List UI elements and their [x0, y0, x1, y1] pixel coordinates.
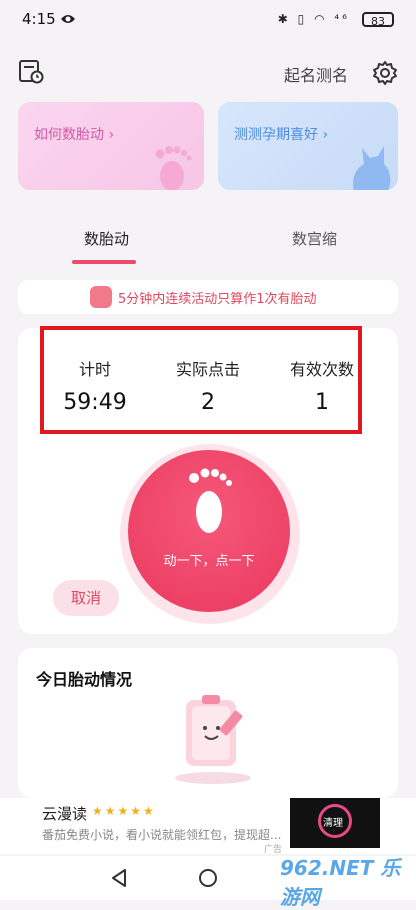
status-bar: 4:15 ✱ ▯ ◠ ⁴⁶ 83: [0, 0, 416, 40]
stat-label-timer: 计时: [78, 360, 111, 379]
footprint-icon: [189, 468, 232, 533]
today-title: 今日胎动情况: [36, 670, 133, 689]
name-test-link[interactable]: 起名测名: [284, 62, 348, 86]
tap-button-label: 动一下，点一下: [163, 554, 255, 569]
clipboard-illustration: [175, 695, 251, 784]
card-label: 测测孕期喜好 ›: [234, 127, 329, 143]
card-how-to-count[interactable]: 如何数胎动 ›: [18, 102, 204, 190]
tab-count-contraction[interactable]: 数宫缩: [292, 228, 337, 249]
active-tab-indicator: [72, 260, 136, 264]
gear-icon[interactable]: [372, 60, 398, 86]
stat-value-clicks: 2: [201, 390, 215, 415]
ad-title: 云漫读: [42, 805, 88, 823]
tip-icon: [90, 286, 112, 308]
cat-icon: [353, 146, 391, 190]
tip-banner: 5分钟内连续活动只算作1次有胎动: [18, 280, 398, 314]
card-preference-test[interactable]: 测测孕期喜好 ›: [218, 102, 398, 190]
back-icon[interactable]: [110, 868, 128, 888]
cancel-button[interactable]: 取消: [53, 580, 119, 616]
status-time: 4:15: [22, 10, 56, 28]
eye-icon: [61, 15, 75, 23]
tab-count-movement[interactable]: 数胎动: [84, 228, 129, 249]
ad-thumbnail[interactable]: 清理: [290, 798, 380, 848]
stat-value-valid: 1: [315, 390, 329, 415]
stat-label-clicks: 实际点击: [175, 360, 240, 379]
ad-rating: ★★★★★: [92, 804, 156, 818]
watermark: 962.NET 乐游网: [280, 856, 401, 909]
home-icon[interactable]: [198, 868, 218, 888]
battery-indicator: 83: [362, 12, 394, 28]
stat-label-valid: 有效次数: [289, 360, 354, 379]
calendar-clock-icon[interactable]: [18, 58, 44, 84]
close-icon[interactable]: [372, 806, 412, 846]
ad-thumb-label: 清理: [323, 818, 343, 829]
status-indicators: ✱ ▯ ◠ ⁴⁶: [277, 12, 350, 26]
tip-text: 5分钟内连续活动只算作1次有胎动: [118, 292, 317, 307]
stat-value-timer: 59:49: [63, 390, 127, 415]
highlight-box: [40, 326, 362, 434]
footprint-icon: [155, 146, 192, 190]
card-label: 如何数胎动 ›: [34, 127, 115, 143]
ad-description: 番茄免费小说，看小说就能领红包，提现超...: [42, 828, 282, 842]
